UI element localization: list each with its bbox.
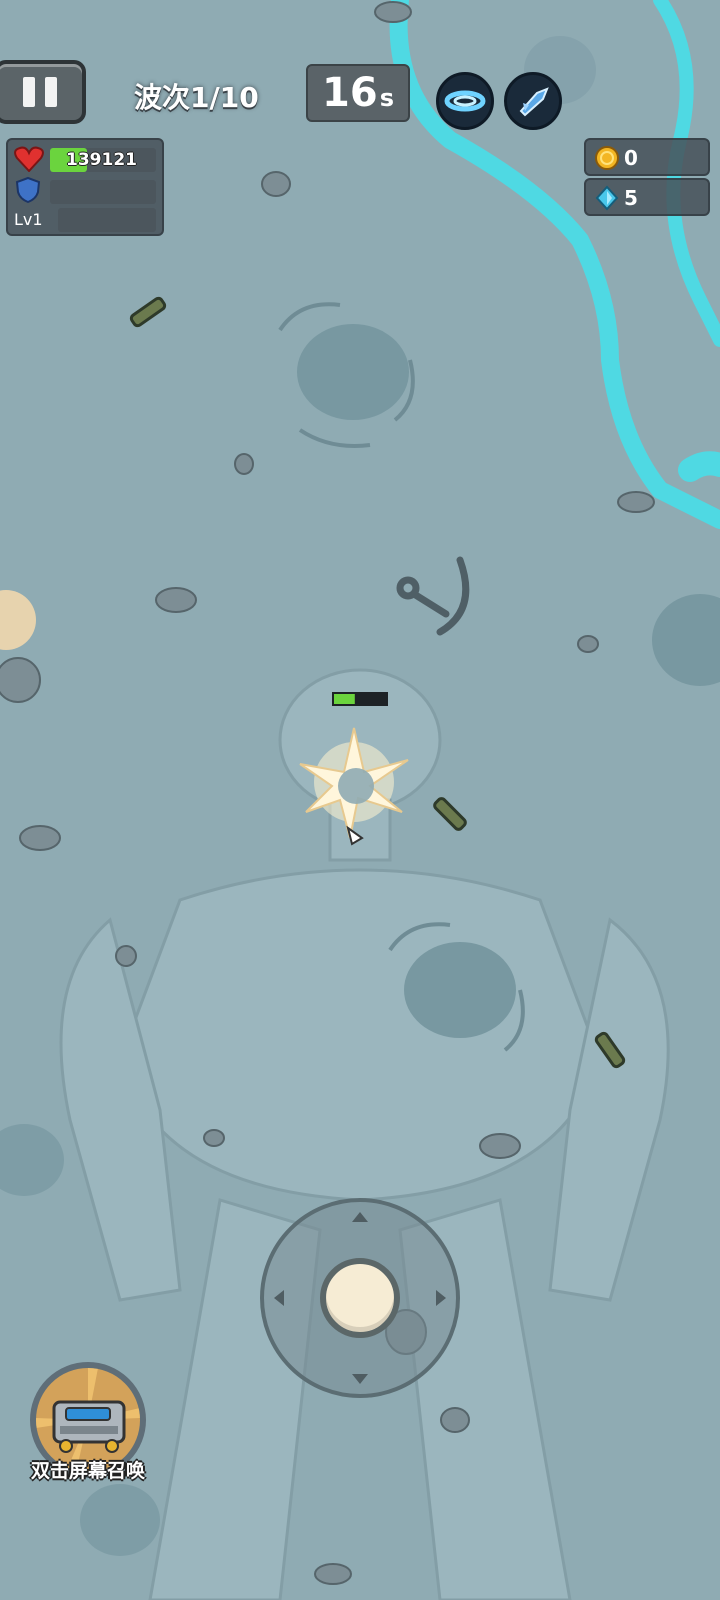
player-health-bar [332, 692, 388, 706]
vortex-skill-icon[interactable] [436, 72, 494, 130]
summon-hint-label: 双击屏幕召唤 [30, 1460, 145, 1482]
timer-unit: s [379, 84, 394, 112]
pause-button[interactable] [0, 60, 86, 124]
shield-icon [15, 176, 41, 204]
wave-counter: 波次1/10 [134, 81, 259, 114]
level-label: Lv1 [14, 210, 43, 229]
joystick-knob[interactable] [320, 1258, 400, 1338]
wave-timer: 16 s [306, 64, 410, 122]
shield-bar [50, 180, 156, 204]
arrow-down-icon [352, 1374, 368, 1384]
gem-value: 5 [624, 186, 638, 210]
arrow-right-icon [436, 1290, 446, 1306]
hp-value: 139121 [66, 150, 137, 170]
gold-coin-icon [595, 146, 619, 170]
virtual-joystick[interactable] [260, 1198, 460, 1398]
arrow-left-icon [274, 1290, 284, 1306]
arrow-up-icon [352, 1212, 368, 1222]
pause-icon [23, 77, 35, 107]
gold-counter: 0 [584, 138, 710, 176]
xp-bar [58, 208, 156, 232]
heart-icon [14, 146, 44, 172]
gem-icon [595, 185, 619, 211]
pause-icon [45, 77, 57, 107]
gem-counter: 5 [584, 178, 710, 216]
rocket-skill-icon[interactable] [504, 72, 562, 130]
player-stats-panel: 139121 Lv1 [6, 138, 164, 236]
hp-bar: 139121 [50, 148, 156, 172]
timer-value: 16 [322, 70, 378, 116]
gold-value: 0 [624, 146, 638, 170]
